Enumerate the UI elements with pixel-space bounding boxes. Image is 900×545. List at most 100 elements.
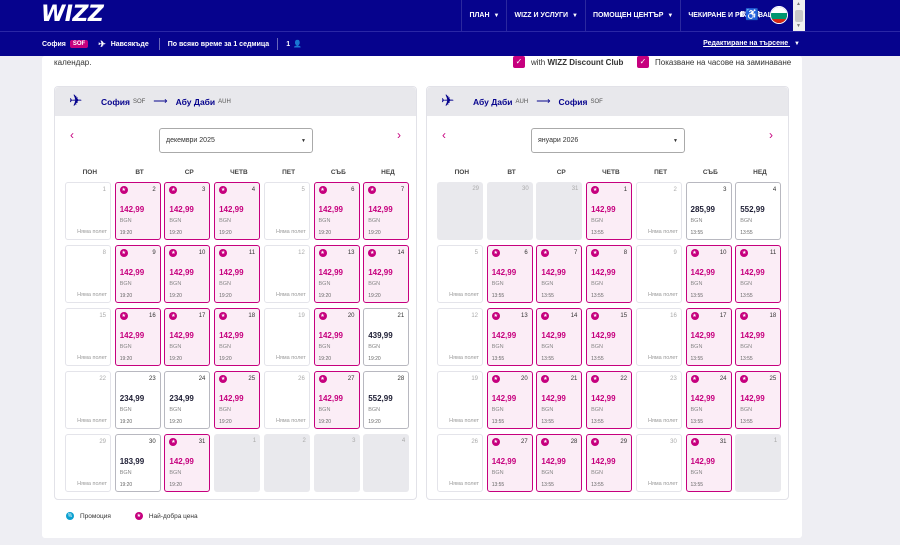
- discount-club-option[interactable]: ✓ with WIZZ Discount Club: [513, 56, 623, 68]
- day-currency: BGN: [591, 281, 604, 287]
- day-number: 13: [347, 250, 355, 256]
- day-number: 19: [298, 313, 305, 319]
- day-number: 25: [769, 376, 777, 382]
- day-cell[interactable]: 17 ★ 142,99 BGN 19:20: [164, 308, 211, 366]
- day-cell[interactable]: 9 ★ 142,99 BGN 19:20: [114, 245, 161, 303]
- chevron-left-icon[interactable]: ‹: [70, 128, 74, 142]
- day-cell[interactable]: 3 285,99 BGN 13:55: [685, 182, 732, 240]
- day-cell[interactable]: 22 ★ 142,99 BGN 13:55: [586, 371, 633, 429]
- day-number: 18: [769, 313, 777, 319]
- show-times-option[interactable]: ✓ Показване на часове на заминаване: [637, 56, 791, 68]
- day-cell[interactable]: 27 ★ 142,99 BGN 13:55: [486, 434, 533, 492]
- day-cell[interactable]: 31 ★ 142,99 BGN 19:20: [164, 434, 211, 492]
- day-price: 142,99: [690, 331, 715, 340]
- day-price: 142,99: [368, 268, 393, 277]
- day-cell[interactable]: 30 183,99 BGN 19:20: [114, 434, 161, 492]
- day-number: 4: [772, 187, 777, 193]
- day-cell[interactable]: 4 ★ 142,99 BGN 19:20: [214, 182, 261, 240]
- day-cell[interactable]: 14 ★ 142,99 BGN 13:55: [536, 308, 583, 366]
- day-cell: 5 Няма полет: [437, 245, 483, 303]
- month-select[interactable]: януари 2026 ▼: [531, 128, 685, 153]
- day-departure-time: 13:55: [491, 293, 505, 299]
- day-cell[interactable]: 20 ★ 142,99 BGN 19:20: [313, 308, 360, 366]
- day-cell[interactable]: 28 ★ 142,99 BGN 13:55: [536, 434, 583, 492]
- day-cell[interactable]: 24 ★ 142,99 BGN 13:55: [685, 371, 732, 429]
- day-cell[interactable]: 11 ★ 142,99 BGN 13:55: [735, 245, 782, 303]
- day-cell[interactable]: 18 ★ 142,99 BGN 19:20: [214, 308, 261, 366]
- day-cell[interactable]: 2 ★ 142,99 BGN 19:20: [114, 182, 161, 240]
- day-departure-time: 13:55: [491, 482, 505, 488]
- day-cell[interactable]: 10 ★ 142,99 BGN 13:55: [685, 245, 732, 303]
- edit-search-link[interactable]: Редактиране на търсене ▼: [703, 40, 800, 47]
- day-cell[interactable]: 17 ★ 142,99 BGN 13:55: [685, 308, 732, 366]
- day-cell[interactable]: 25 ★ 142,99 BGN 13:55: [735, 371, 782, 429]
- scroll-down-icon[interactable]: ▼: [796, 23, 801, 29]
- day-number: 9: [152, 250, 156, 256]
- day-cell[interactable]: 25 ★ 142,99 BGN 19:20: [214, 371, 261, 429]
- day-number: 30: [670, 439, 677, 445]
- weekday-label: ПЕТ: [282, 169, 296, 176]
- date-summary[interactable]: По всяко време за 1 седмица: [168, 41, 269, 48]
- day-departure-time: 13:55: [740, 230, 753, 236]
- language-flag-icon[interactable]: [770, 6, 788, 24]
- day-cell[interactable]: 4 552,99 BGN 13:55: [735, 182, 782, 240]
- day-cell[interactable]: 6 ★ 142,99 BGN 13:55: [486, 245, 533, 303]
- chevron-down-icon: ▼: [673, 138, 678, 144]
- day-currency: BGN: [591, 407, 604, 413]
- day-cell[interactable]: 10 ★ 142,99 BGN 19:20: [164, 245, 211, 303]
- day-cell[interactable]: 8 ★ 142,99 BGN 13:55: [586, 245, 633, 303]
- day-cell[interactable]: 20 ★ 142,99 BGN 13:55: [486, 371, 533, 429]
- discount-club-checkbox[interactable]: ✓: [513, 56, 525, 68]
- wizz-logo[interactable]: WIZZ: [41, 2, 104, 27]
- day-cell[interactable]: 15 ★ 142,99 BGN 13:55: [586, 308, 633, 366]
- day-cell[interactable]: 11 ★ 142,99 BGN 19:20: [214, 245, 261, 303]
- show-times-checkbox[interactable]: ✓: [637, 56, 649, 68]
- best-price-icon: ★: [318, 249, 327, 257]
- month-select[interactable]: декември 2025 ▼: [159, 128, 313, 153]
- nav-item-0[interactable]: ПЛАН ▼: [461, 0, 506, 31]
- day-cell[interactable]: 18 ★ 142,99 BGN 13:55: [735, 308, 782, 366]
- accessibility-icon[interactable]: ♿: [744, 7, 760, 23]
- day-cell[interactable]: 6 ★ 142,99 BGN 19:20: [313, 182, 360, 240]
- origin-summary[interactable]: София SOF: [42, 40, 89, 48]
- day-cell[interactable]: 24 234,99 BGN 19:20: [164, 371, 211, 429]
- airplane-icon: ✈: [441, 92, 455, 110]
- chevron-left-icon[interactable]: ‹: [442, 128, 446, 142]
- day-cell[interactable]: 16 ★ 142,99 BGN 19:20: [114, 308, 161, 366]
- passenger-summary[interactable]: 1 👤: [286, 40, 302, 49]
- no-flight-label: Няма полет: [77, 292, 107, 298]
- day-cell[interactable]: 14 ★ 142,99 BGN 19:20: [363, 245, 410, 303]
- nav-item-label: ЧЕКИРАНЕ И РЕЗЕРВАЦИИ: [688, 12, 783, 19]
- day-cell[interactable]: 7 ★ 142,99 BGN 19:20: [363, 182, 410, 240]
- day-departure-time: 13:55: [591, 356, 604, 362]
- day-departure-time: 19:20: [318, 293, 332, 299]
- day-cell[interactable]: 3 ★ 142,99 BGN 19:20: [164, 182, 211, 240]
- day-cell[interactable]: 7 ★ 142,99 BGN 13:55: [536, 245, 583, 303]
- chevron-right-icon[interactable]: ›: [769, 128, 773, 142]
- day-cell[interactable]: 13 ★ 142,99 BGN 13:55: [486, 308, 533, 366]
- day-number: 8: [623, 250, 628, 256]
- promo-icon: %: [66, 512, 74, 520]
- day-cell[interactable]: 29 ★ 142,99 BGN 13:55: [586, 434, 633, 492]
- day-cell[interactable]: 28 552,99 BGN 19:20: [363, 371, 410, 429]
- month-selector-bar: ‹ декември 2025 ▼ ›: [55, 116, 416, 156]
- day-cell[interactable]: 31 ★ 142,99 BGN 13:55: [685, 434, 732, 492]
- destination-city: Навсякъде: [110, 40, 149, 48]
- weekday-label: ПОН: [82, 169, 98, 176]
- day-cell[interactable]: 21 439,99 BGN 19:20: [363, 308, 410, 366]
- destination-summary[interactable]: ✈ Навсякъде: [98, 39, 149, 50]
- day-cell[interactable]: 23 234,99 BGN 19:20: [114, 371, 161, 429]
- scrollbar[interactable]: ▲ ▼: [793, 0, 805, 31]
- scroll-up-icon[interactable]: ▲: [796, 1, 801, 7]
- day-price: 142,99: [541, 331, 566, 340]
- nav-item-2[interactable]: ПОМОЩЕН ЦЕНТЪР ▼: [584, 0, 680, 31]
- day-cell[interactable]: 13 ★ 142,99 BGN 19:20: [313, 245, 360, 303]
- day-currency: BGN: [591, 470, 604, 476]
- day-cell[interactable]: 27 ★ 142,99 BGN 19:20: [313, 371, 360, 429]
- day-cell[interactable]: 21 ★ 142,99 BGN 13:55: [536, 371, 583, 429]
- nav-item-1[interactable]: WIZZ И УСЛУГИ ▼: [506, 0, 584, 31]
- chevron-right-icon[interactable]: ›: [397, 128, 401, 142]
- scroll-thumb[interactable]: [795, 10, 803, 22]
- day-currency: BGN: [541, 470, 554, 476]
- day-cell[interactable]: 1 ★ 142,99 BGN 13:55: [586, 182, 633, 240]
